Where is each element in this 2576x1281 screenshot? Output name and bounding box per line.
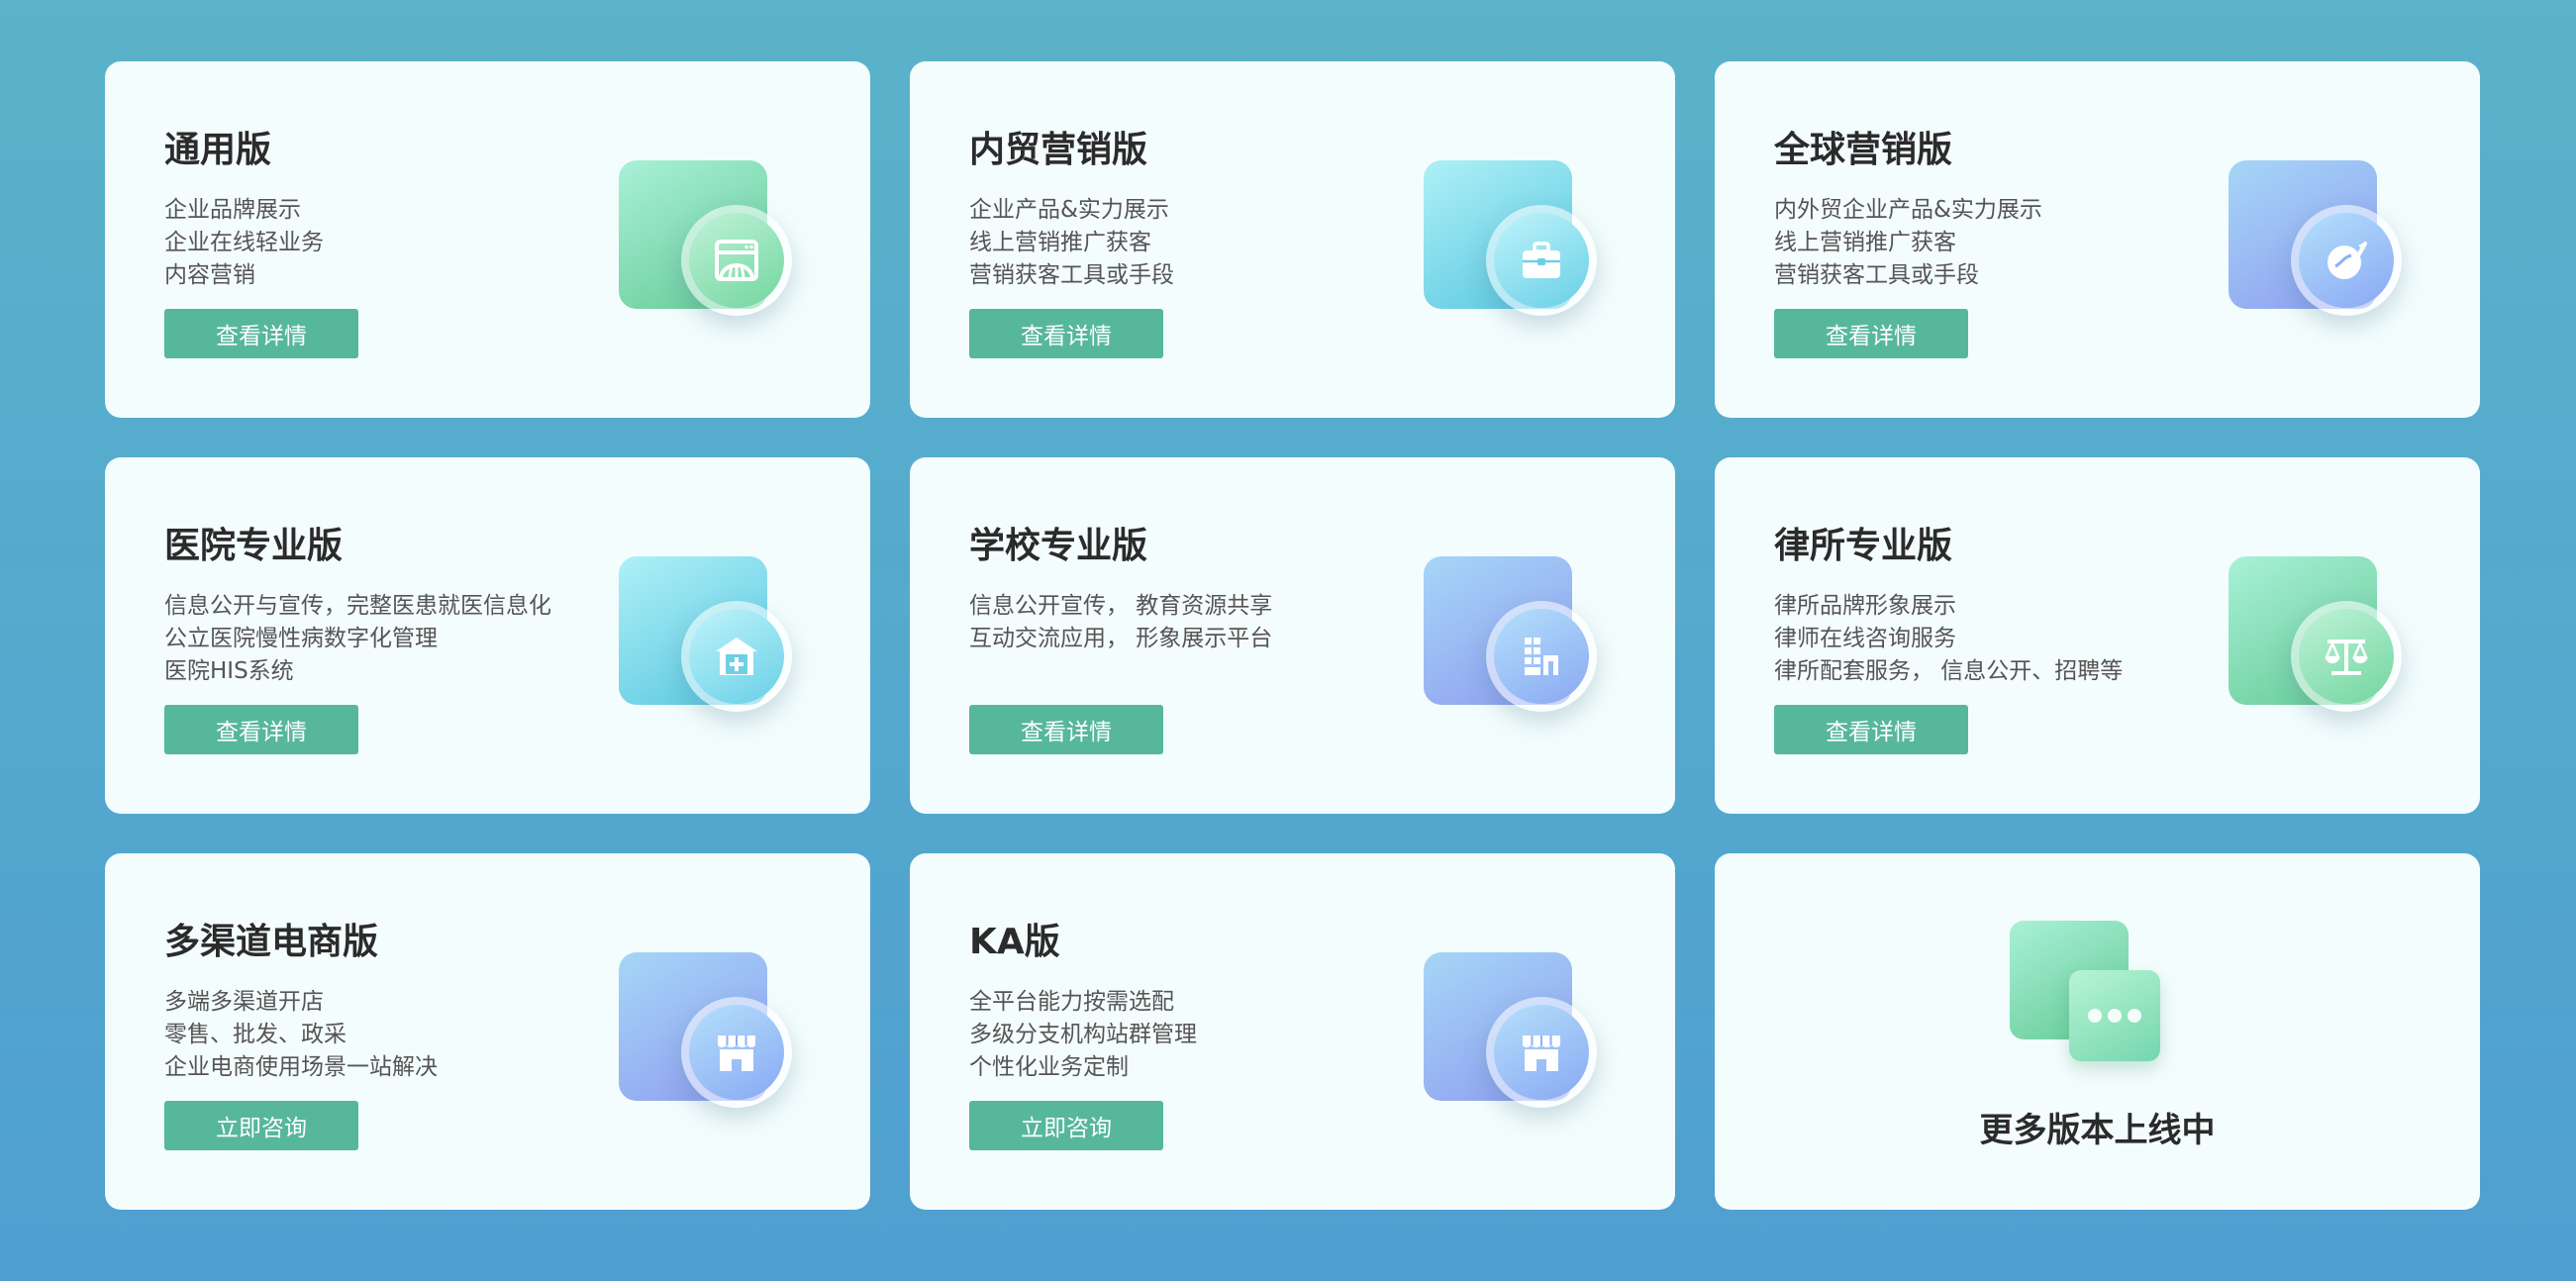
scales-icon bbox=[2222, 556, 2410, 715]
card-more-editions: 更多版本上线中 bbox=[1715, 853, 2480, 1210]
card-general-edition: 通用版 企业品牌展示 企业在线轻业务 内容营销 查看详情 bbox=[105, 61, 870, 418]
shop-icon bbox=[1417, 952, 1605, 1111]
globe-icon bbox=[2222, 160, 2410, 319]
card-title: 医院专业版 bbox=[164, 526, 344, 566]
card-description: 多端多渠道开店 零售、批发、政采 企业电商使用场景一站解决 bbox=[164, 986, 438, 1084]
card-title: 全球营销版 bbox=[1774, 130, 1953, 170]
card-title: 多渠道电商版 bbox=[164, 922, 379, 962]
card-desc-line: 公立医院慢性病数字化管理 bbox=[164, 626, 438, 651]
storefront-icon bbox=[612, 160, 800, 319]
school-building-icon bbox=[1417, 556, 1605, 715]
card-desc-line: 内外贸企业产品&实力展示 bbox=[1774, 197, 2042, 223]
card-desc-line: 线上营销推广获客 bbox=[1774, 230, 1956, 255]
view-details-button[interactable]: 查看详情 bbox=[164, 705, 358, 754]
card-description: 内外贸企业产品&实力展示 线上营销推广获客 营销获客工具或手段 bbox=[1774, 194, 2042, 292]
card-desc-line: 企业品牌展示 bbox=[164, 197, 301, 223]
more-dots-icon bbox=[2010, 921, 2168, 1069]
card-desc-line: 信息公开宣传， 教育资源共享 bbox=[969, 593, 1273, 619]
card-description: 律所品牌形象展示 律师在线咨询服务 律所配套服务， 信息公开、招聘等 bbox=[1774, 590, 2123, 688]
card-domestic-marketing-edition: 内贸营销版 企业产品&实力展示 线上营销推广获客 营销获客工具或手段 查看详情 bbox=[910, 61, 1675, 418]
card-desc-line: 律所配套服务， 信息公开、招聘等 bbox=[1774, 658, 2124, 684]
card-desc-line: 线上营销推广获客 bbox=[969, 230, 1151, 255]
card-description: 企业产品&实力展示 线上营销推广获客 营销获客工具或手段 bbox=[969, 194, 1174, 292]
card-hospital-edition: 医院专业版 信息公开与宣传，完整医患就医信息化 公立医院慢性病数字化管理 医院H… bbox=[105, 457, 870, 814]
view-details-button[interactable]: 查看详情 bbox=[1774, 705, 1968, 754]
card-desc-line: 零售、批发、政采 bbox=[164, 1022, 347, 1047]
hospital-icon bbox=[612, 556, 800, 715]
card-law-firm-edition: 律所专业版 律所品牌形象展示 律师在线咨询服务 律所配套服务， 信息公开、招聘等… bbox=[1715, 457, 2480, 814]
briefcase-icon bbox=[1417, 160, 1605, 319]
card-desc-line: 营销获客工具或手段 bbox=[1774, 262, 1979, 288]
card-desc-line: 企业在线轻业务 bbox=[164, 230, 324, 255]
card-desc-line: 律师在线咨询服务 bbox=[1774, 626, 1956, 651]
card-desc-line: 企业电商使用场景一站解决 bbox=[164, 1054, 438, 1080]
card-title: 内贸营销版 bbox=[969, 130, 1148, 170]
card-title: 律所专业版 bbox=[1774, 526, 1953, 566]
card-desc-line: 营销获客工具或手段 bbox=[969, 262, 1174, 288]
card-desc-line: 互动交流应用， 形象展示平台 bbox=[969, 626, 1273, 651]
card-desc-line: 企业产品&实力展示 bbox=[969, 197, 1169, 223]
card-desc-line: 医院HIS系统 bbox=[164, 658, 294, 684]
view-details-button[interactable]: 查看详情 bbox=[164, 309, 358, 358]
view-details-button[interactable]: 查看详情 bbox=[969, 705, 1163, 754]
view-details-button[interactable]: 查看详情 bbox=[969, 309, 1163, 358]
card-ka-edition: KA版 全平台能力按需选配 多级分支机构站群管理 个性化业务定制 立即咨询 bbox=[910, 853, 1675, 1210]
card-desc-line: 个性化业务定制 bbox=[969, 1054, 1129, 1080]
consult-now-button[interactable]: 立即咨询 bbox=[164, 1101, 358, 1150]
card-desc-line: 多端多渠道开店 bbox=[164, 989, 324, 1015]
card-desc-line: 多级分支机构站群管理 bbox=[969, 1022, 1197, 1047]
card-description: 信息公开宣传， 教育资源共享 互动交流应用， 形象展示平台 bbox=[969, 590, 1272, 655]
card-description: 企业品牌展示 企业在线轻业务 内容营销 bbox=[164, 194, 324, 292]
card-global-marketing-edition: 全球营销版 内外贸企业产品&实力展示 线上营销推广获客 营销获客工具或手段 查看… bbox=[1715, 61, 2480, 418]
edition-grid: 通用版 企业品牌展示 企业在线轻业务 内容营销 查看详情 内贸营销版 企业产品&… bbox=[105, 61, 2480, 1210]
view-details-button[interactable]: 查看详情 bbox=[1774, 309, 1968, 358]
shop-icon bbox=[612, 952, 800, 1111]
card-desc-line: 全平台能力按需选配 bbox=[969, 989, 1174, 1015]
card-multichannel-ecommerce-edition: 多渠道电商版 多端多渠道开店 零售、批发、政采 企业电商使用场景一站解决 立即咨… bbox=[105, 853, 870, 1210]
card-title: 学校专业版 bbox=[969, 526, 1148, 566]
card-description: 信息公开与宣传，完整医患就医信息化 公立医院慢性病数字化管理 医院HIS系统 bbox=[164, 590, 551, 688]
card-school-edition: 学校专业版 信息公开宣传， 教育资源共享 互动交流应用， 形象展示平台 查看详情 bbox=[910, 457, 1675, 814]
card-desc-line: 信息公开与宣传，完整医患就医信息化 bbox=[164, 593, 551, 619]
card-title: KA版 bbox=[969, 922, 1060, 962]
consult-now-button[interactable]: 立即咨询 bbox=[969, 1101, 1163, 1150]
card-title: 通用版 bbox=[164, 130, 272, 170]
more-editions-title: 更多版本上线中 bbox=[1979, 1111, 2216, 1150]
card-desc-line: 律所品牌形象展示 bbox=[1774, 593, 1956, 619]
card-desc-line: 内容营销 bbox=[164, 262, 255, 288]
card-description: 全平台能力按需选配 多级分支机构站群管理 个性化业务定制 bbox=[969, 986, 1197, 1084]
